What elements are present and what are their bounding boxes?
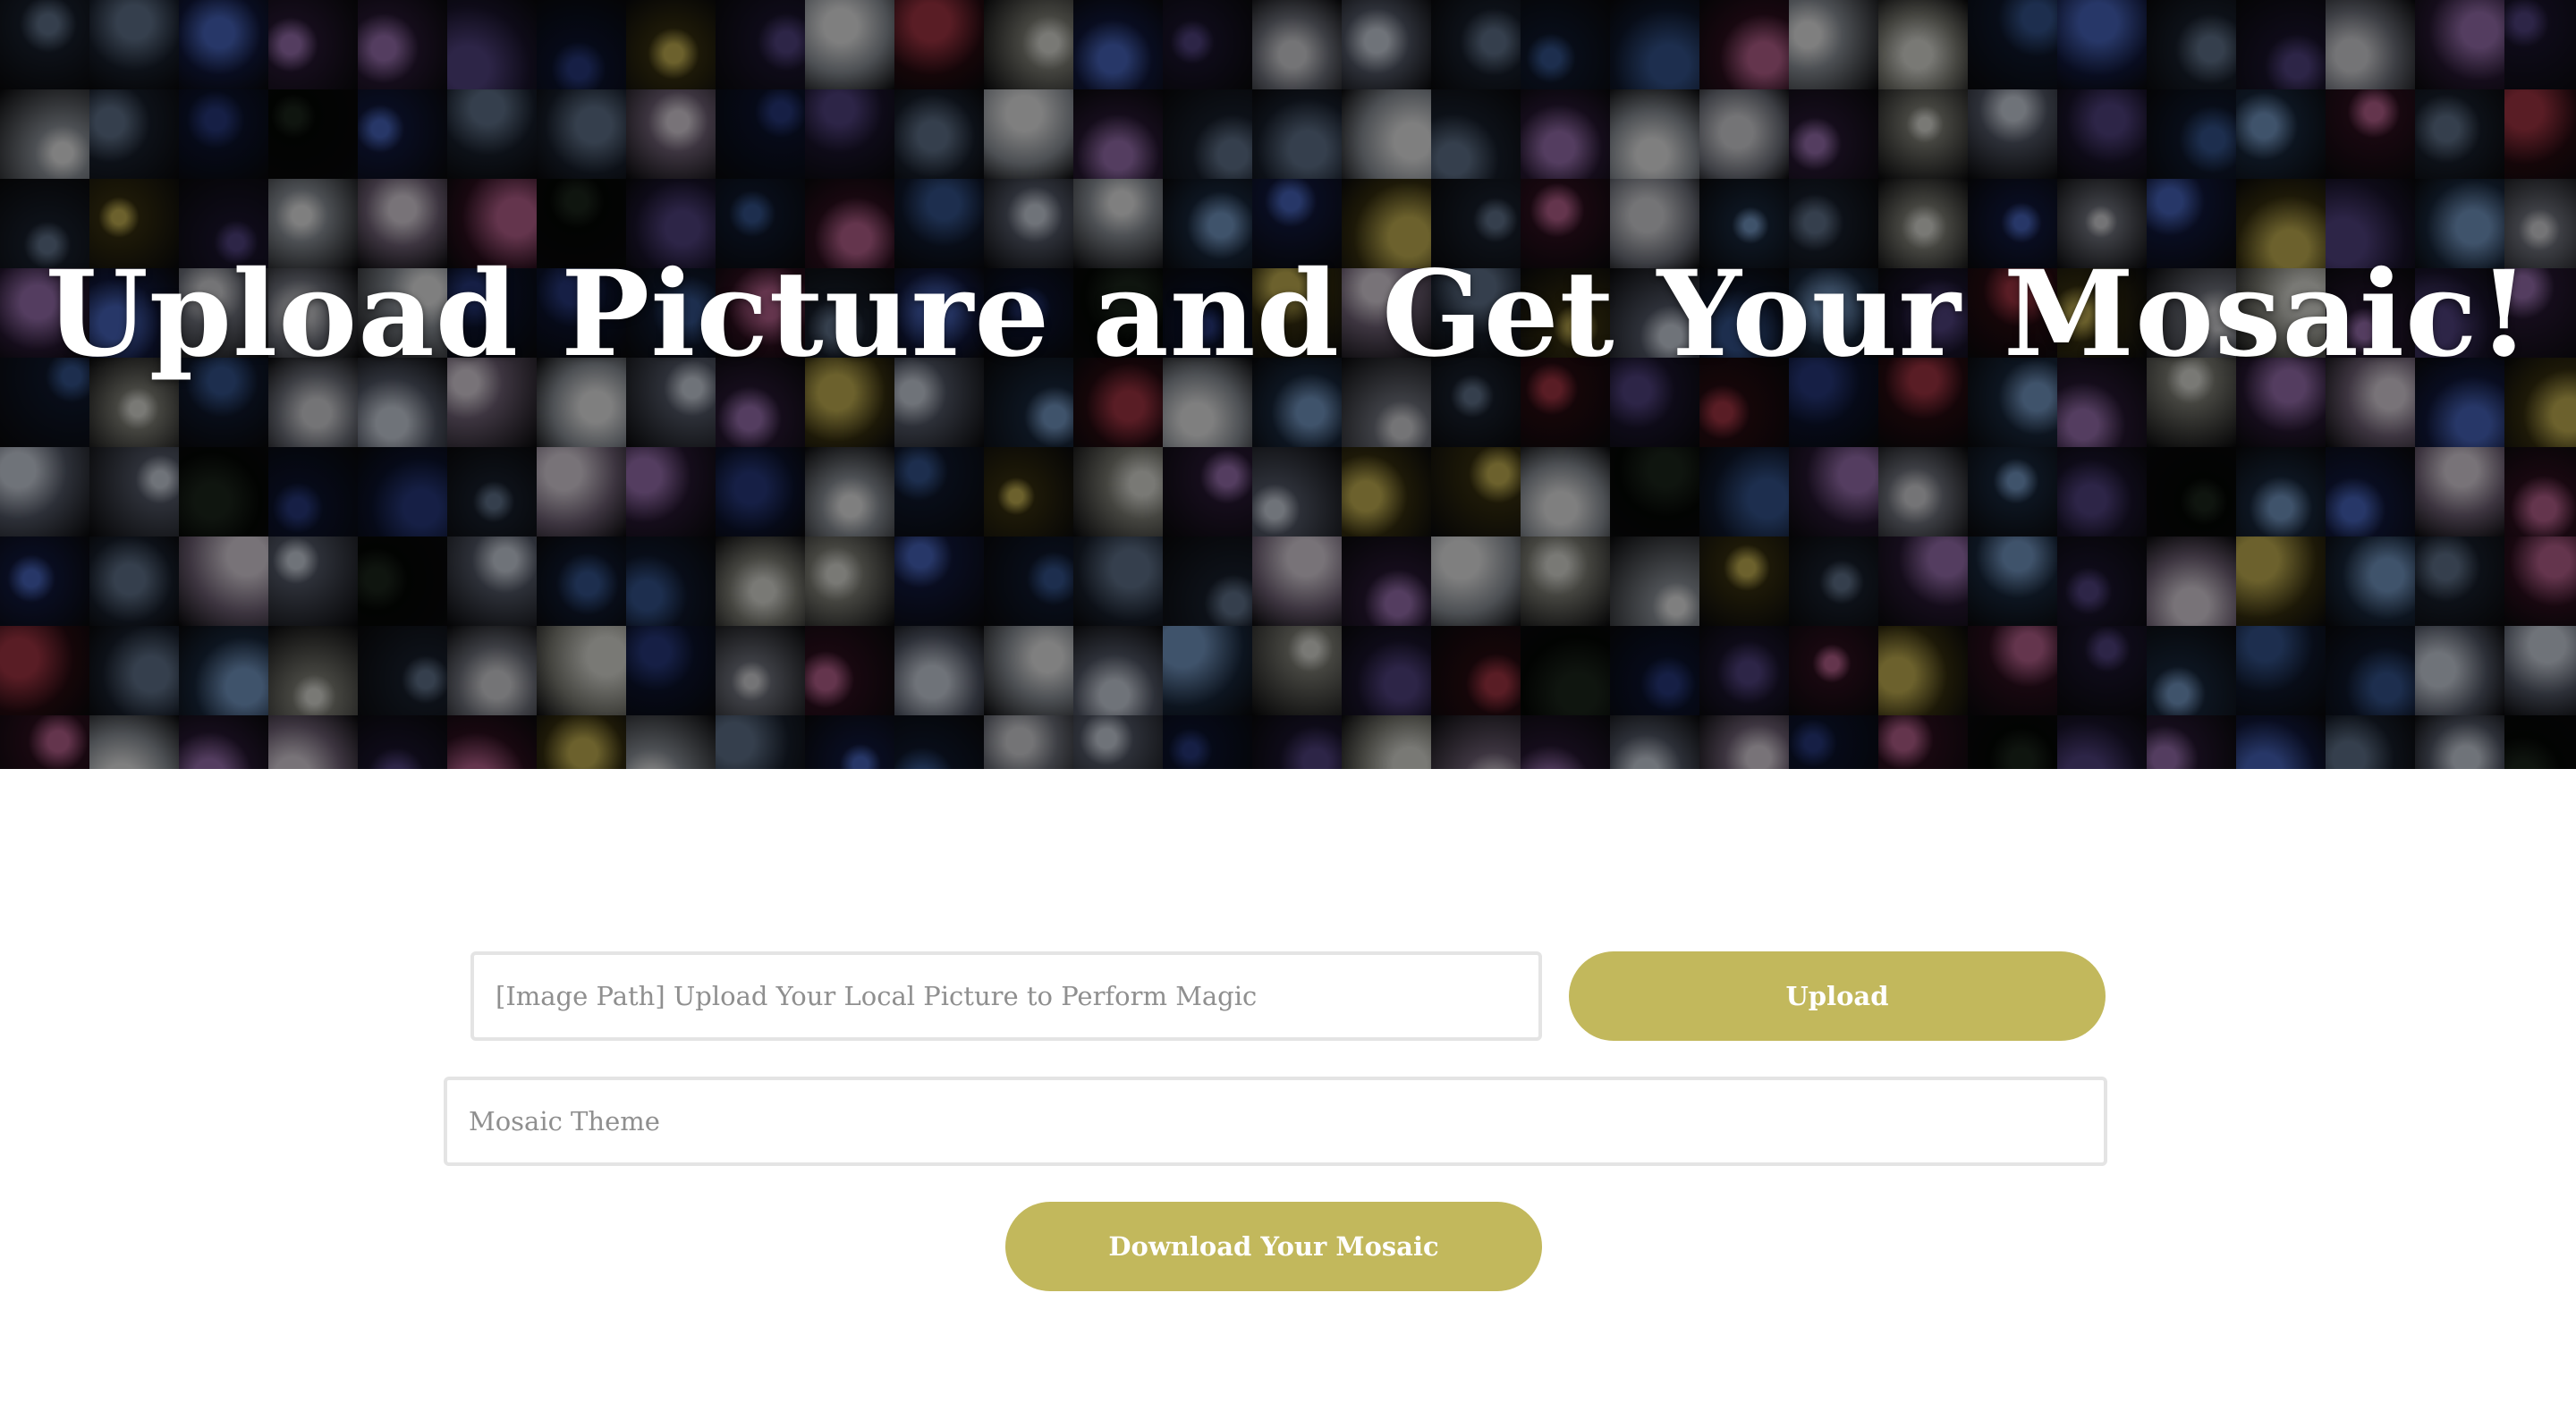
hero-banner: Upload Picture and Get Your Mosaic! [0,0,2576,769]
mosaic-form: Upload Download Your Mosaic [0,769,2576,1411]
upload-button[interactable]: Upload [1569,951,2106,1041]
image-path-input[interactable] [470,951,1542,1041]
download-mosaic-button[interactable]: Download Your Mosaic [1005,1202,1542,1291]
page-title: Upload Picture and Get Your Mosaic! [45,245,2531,384]
mosaic-theme-input[interactable] [444,1077,2107,1166]
